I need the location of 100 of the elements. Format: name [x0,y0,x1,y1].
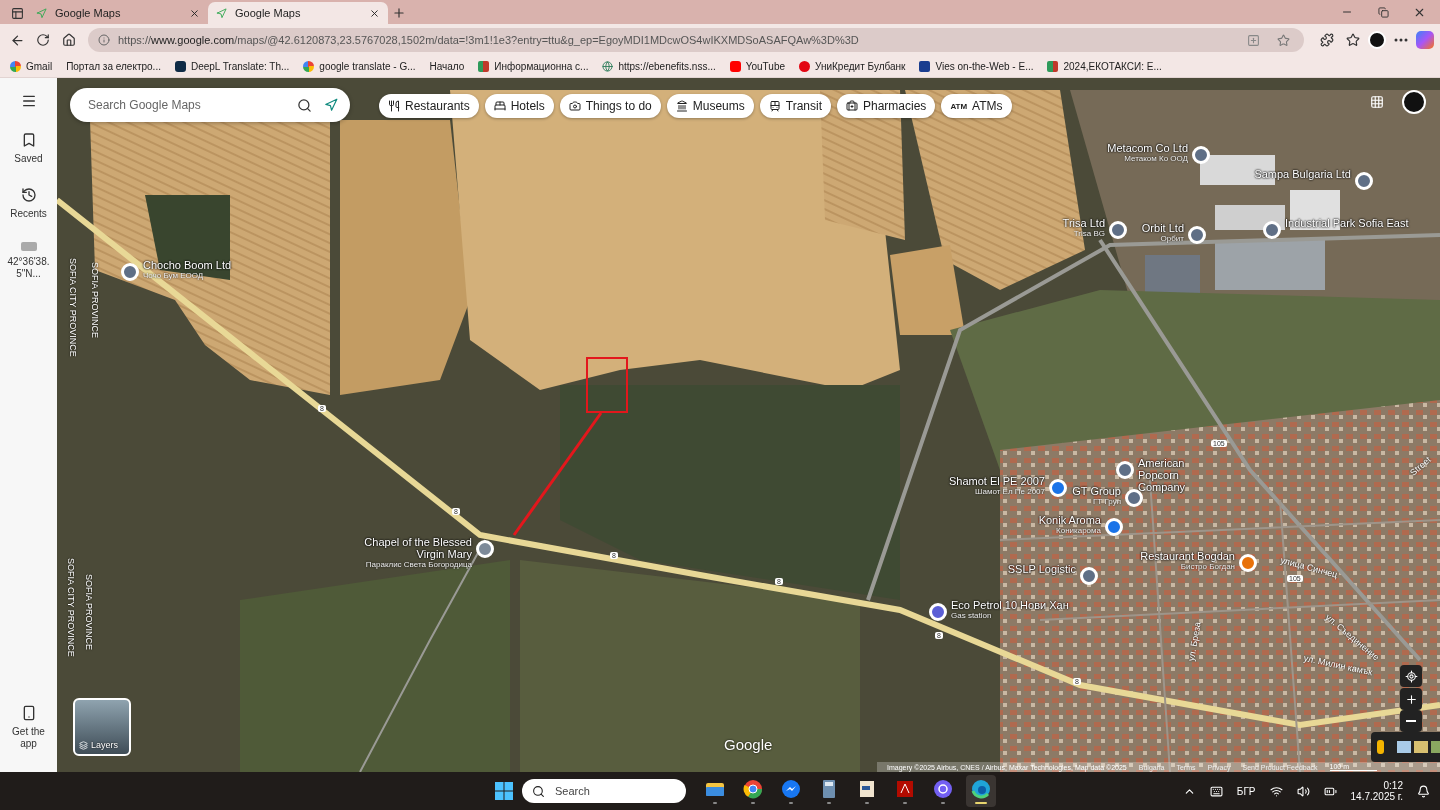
puzzle-icon [1320,33,1334,47]
search-box[interactable]: Search Google Maps [70,88,350,122]
category-chip[interactable]: Pharmacies [837,94,936,118]
deepl-logo-icon [174,61,186,72]
bookmark-link[interactable]: УниКредит Булбанк [799,61,906,72]
ni-logo-icon [1047,61,1059,72]
place-label[interactable]: Metacom Co Ltd [1107,142,1188,154]
more-icon [1394,38,1408,42]
notification-bell-icon [1417,784,1430,798]
bookmark-link[interactable]: DeepL Translate: Th... [174,61,290,72]
layers-button[interactable]: Layers [73,698,131,756]
bookmark-link[interactable]: google translate - G... [303,61,416,72]
url-text: https://www.google.com/maps/@42.6120873,23.5767028,1502m/data=!3m1!1e3?entry=ttu&g_ep=EgoyMDI1MDcwOS4wIKXMDSoASAFQAw%3D%3D [118,34,860,46]
search-icon [532,784,545,798]
category-chip[interactable]: Things to do [559,94,661,118]
menu-icon [20,93,37,109]
museum-icon [675,100,688,112]
place-label[interactable]: Orbit Ltd [1141,222,1184,234]
tabs-icon [10,6,24,20]
bookmark-link[interactable]: https://ebenefits.nss... [602,61,716,72]
site-info-icon [98,34,110,46]
category-chip[interactable]: Museums [666,94,754,118]
tram-icon [768,100,781,112]
bookmark-link[interactable]: Портал за електро... [66,61,161,72]
google-logo: Google [724,736,773,753]
place-sublabel: Trisa BG [1072,229,1105,238]
wifi-icon [1269,784,1283,798]
atm-icon: ATM [950,101,968,111]
restore-icon [1377,6,1389,18]
place-label[interactable]: Chapel of the Blessed Virgin Mary [362,536,472,560]
star-icon [1346,33,1360,47]
layers-icon [79,741,88,750]
place-label[interactable]: Konik Aroma [1038,514,1101,526]
place-label[interactable]: Restaurant Bogdan [1140,550,1235,562]
unicredit-logo-icon [799,61,810,72]
category-chip[interactable]: Hotels [484,94,554,118]
copilot-icon[interactable] [1416,31,1434,49]
grid-icon [1370,95,1384,109]
sidebar-item[interactable]: Saved [1,130,56,167]
bookmark-link[interactable]: Gmail [10,61,53,72]
category-chip[interactable]: Transit [759,94,831,118]
home-icon [62,33,76,47]
place-label[interactable]: GT Group [1072,485,1121,497]
place-sublabel: Коникарома [1055,526,1101,535]
utensils-icon [388,100,400,112]
youtube-logo-icon [729,61,741,72]
viber-icon [933,778,953,799]
eu-flag-icon [919,61,931,72]
region-label: SOFIA CITY PROVINCE [68,258,78,357]
history-icon [20,187,37,203]
windows-start-icon[interactable] [494,781,514,801]
edge-icon [971,778,991,799]
clock-date[interactable]: 14.7.2025 г. [1350,791,1403,802]
close-tab-icon [189,7,200,19]
place-sublabel: Шамот Ел Пе 2007 [974,487,1045,496]
place-label[interactable]: American Popcorn Company [1138,457,1228,493]
bookmark-link[interactable]: 2024,ЕКОТАКСИ: E... [1047,61,1162,72]
clock-time[interactable]: 0:12 [1383,780,1403,791]
ni-logo-icon [478,61,490,72]
close-tab-icon [369,7,380,19]
pharmacy-icon [846,100,858,112]
zoom-in-button[interactable] [1400,688,1422,710]
bookmark-link[interactable]: Начало [429,61,465,72]
sidebar-item[interactable]: Recents [1,185,56,222]
search-input[interactable]: Search Google Maps [86,97,285,113]
sidebar-item[interactable]: 42°36'38.5"N... [1,240,56,282]
minus-icon [1406,720,1416,722]
browser-tab[interactable]: Google Maps [28,2,208,24]
place-sublabel: Gas station [951,611,993,620]
map-type-thumbnail[interactable] [1397,741,1411,753]
place-label[interactable]: Eco Petrol 10 Нови Хан [951,599,1069,611]
region-label: SOFIA PROVINCE [84,574,94,651]
taskbar-app-button[interactable] [966,775,996,807]
document-icon [857,778,877,799]
globe-icon [602,61,614,72]
taskbar-search-field[interactable]: Search [522,779,686,803]
pdf-icon [895,778,915,799]
bookmark-link[interactable]: Vies on-the-Web - E... [919,61,1034,72]
pegman-icon[interactable] [1377,740,1384,754]
place-sublabel: Метаком Ко ООД [1123,154,1188,163]
get-app-button[interactable]: Get the app [1,703,56,752]
map-type-thumbnail[interactable] [1414,741,1428,753]
square-plus-icon [1246,33,1260,47]
plus-icon [1404,692,1418,706]
reload-icon [36,33,50,47]
bookmark-link[interactable]: YouTube [729,61,785,72]
place-label[interactable]: SSLP Logistic [1007,563,1076,575]
place-label[interactable]: Shamot El PE 2007 [949,475,1045,487]
my-location-button[interactable] [1400,665,1422,687]
category-chip[interactable]: ATM ATMs [941,94,1012,118]
search-icon [297,97,312,113]
language-indicator[interactable]: БГР [1236,785,1256,797]
place-sublabel: Бистро Богдан [1179,562,1235,571]
bookmark-link[interactable]: Информационна с... [478,61,589,72]
category-chip[interactable]: Restaurants [379,94,479,118]
locate-icon [1404,669,1418,683]
profile-avatar[interactable] [1368,31,1386,49]
address-bar[interactable]: https://www.google.com/maps/@42.6120873,23.5767028,1502m/data=!3m1!1e3?entry=ttu&g_ep=EgoyMDI1MDcwOS4wIKXMDSoASAFQAw%3D%3D [88,28,1304,52]
browser-tab[interactable]: Google Maps [208,2,388,24]
camera-icon [568,100,581,112]
